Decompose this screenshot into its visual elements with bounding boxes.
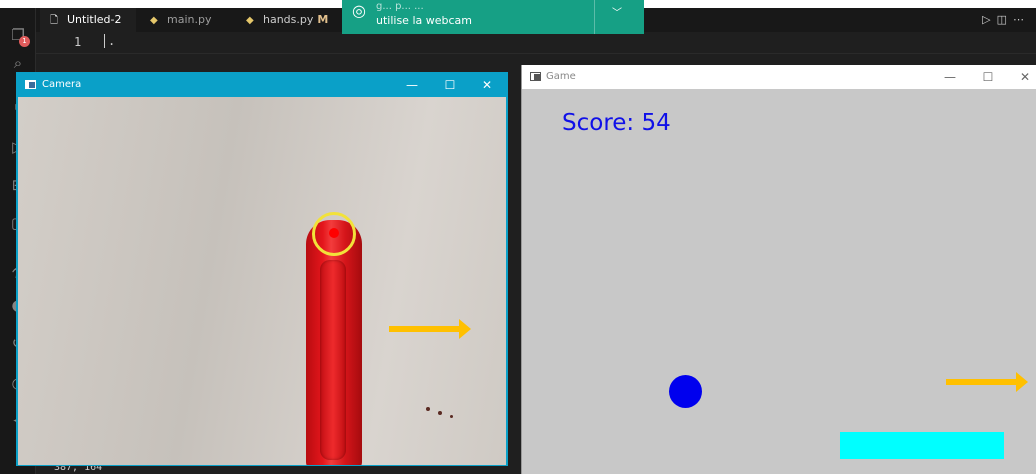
camera-feed (18, 97, 506, 465)
python-icon: ◆ (246, 15, 254, 26)
search-icon[interactable]: ⌕ (9, 54, 27, 72)
wall-speck (450, 415, 453, 418)
tab-label: Untitled-2 (67, 13, 122, 26)
modified-indicator: M (317, 13, 329, 26)
python-icon: ◆ (150, 15, 158, 26)
line-text[interactable]: . (104, 34, 115, 48)
window-icon (530, 72, 541, 81)
line-number: 1 (74, 35, 82, 49)
webcam-icon: ◎ (352, 1, 366, 20)
wall-speck (438, 411, 442, 415)
annotation-arrow-right (946, 372, 1028, 392)
tracking-point (329, 228, 339, 238)
close-button[interactable]: ✕ (1016, 68, 1034, 86)
more-actions-icon[interactable]: ⋯ (1013, 13, 1030, 26)
maximize-button[interactable]: ☐ (441, 76, 459, 94)
game-window-title: Game (546, 71, 576, 82)
game-paddle (840, 432, 1004, 459)
game-titlebar[interactable]: Game — ☐ ✕ (522, 65, 1036, 89)
file-icon: 🗋 (50, 15, 59, 26)
game-ball (669, 375, 702, 408)
run-icon[interactable]: ▷ (982, 13, 996, 26)
game-canvas[interactable]: Score: 54 (522, 89, 1036, 474)
camera-window-title: Camera (42, 79, 82, 90)
tab-untitled-2[interactable]: 🗋 Untitled-2 (40, 8, 136, 32)
editor-line[interactable]: 1 . (36, 32, 1036, 54)
split-editor-icon[interactable]: ◫ (997, 13, 1013, 26)
notification-title: g... p... ... (376, 1, 424, 12)
activity-badge: 1 (19, 36, 30, 47)
notification-divider (594, 0, 595, 34)
tab-label: main.py (167, 13, 212, 26)
window-icon (25, 80, 36, 89)
tab-main-py[interactable]: ◆ main.py (140, 8, 232, 32)
camera-titlebar[interactable]: Camera — ☐ ✕ (17, 73, 507, 97)
tab-label: hands.py (263, 13, 314, 26)
marker-clip (320, 260, 346, 460)
annotation-arrow-right (389, 319, 471, 339)
minimize-button[interactable]: — (403, 76, 421, 94)
game-window: Game — ☐ ✕ Score: 54 (521, 65, 1036, 474)
camera-window: Camera — ☐ ✕ (16, 72, 508, 466)
score-display: Score: 54 (562, 110, 671, 136)
maximize-button[interactable]: ☐ (979, 68, 997, 86)
tab-hands-py[interactable]: ◆ hands.py M (236, 8, 340, 32)
minimize-button[interactable]: — (941, 68, 959, 86)
editor-actions: ▷◫⋯ (982, 8, 1030, 32)
close-button[interactable]: ✕ (478, 76, 496, 94)
notification-message: utilise la webcam (376, 14, 472, 27)
webcam-notification[interactable]: ◎ g... p... ... utilise la webcam ﹀ (342, 0, 644, 34)
screen: ❐ 1 ⌕ ⑂ ▷ ⊞ ▢ ⚗ ◐ ↺ ○ ✦ 🗋Untitled-2 ◆mai… (0, 0, 1036, 474)
wall-speck (426, 407, 430, 411)
chevron-down-icon[interactable]: ﹀ (612, 4, 622, 19)
red-marker (306, 220, 362, 465)
